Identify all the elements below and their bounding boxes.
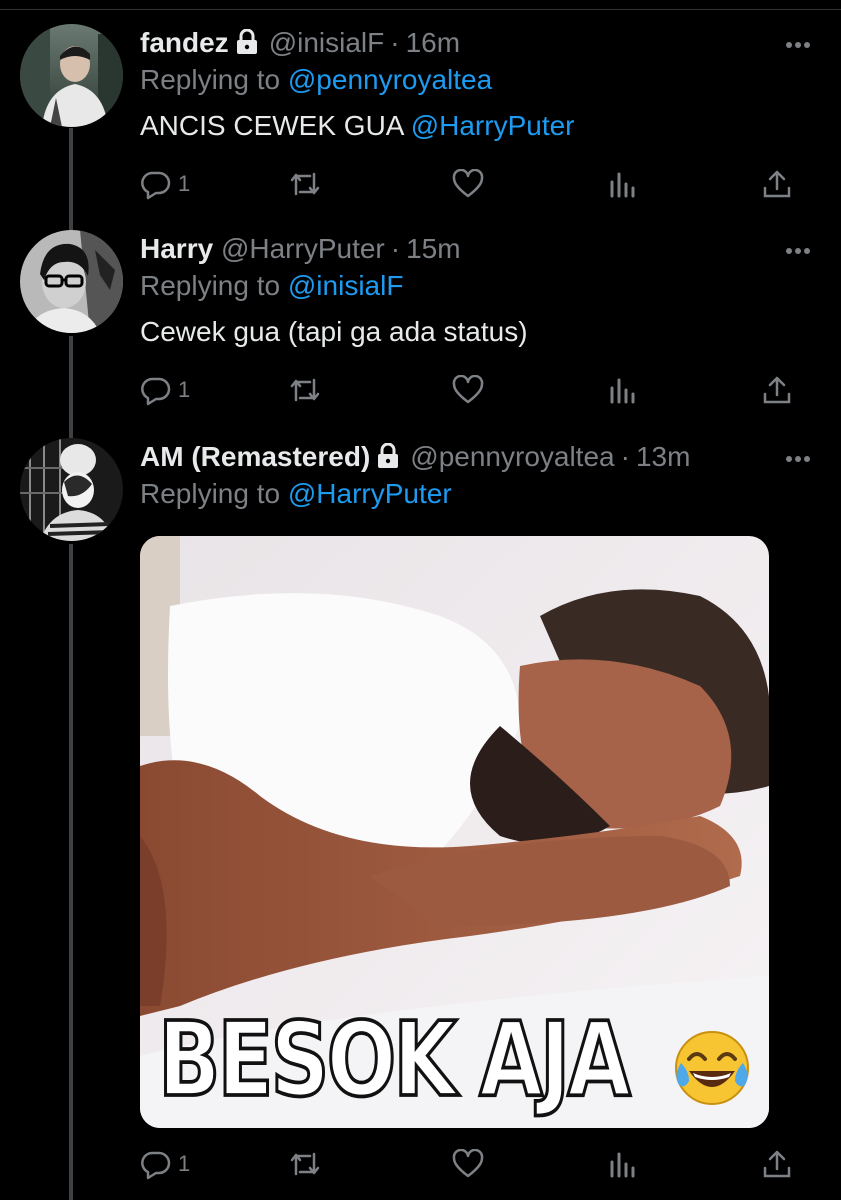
lock-icon <box>235 27 259 65</box>
like-button[interactable] <box>452 1146 484 1182</box>
replying-prefix: Replying to <box>140 64 281 95</box>
reply-icon <box>140 1148 172 1180</box>
analytics-icon <box>608 1150 636 1178</box>
analytics-button[interactable] <box>608 372 636 408</box>
retweet-icon <box>288 374 322 406</box>
action-bar: 1 <box>140 166 800 206</box>
reply-count: 1 <box>178 171 191 196</box>
tweet-header: AM (Remastered) @pennyroyaltea · 13m <box>140 438 690 476</box>
like-icon <box>452 169 484 199</box>
tweet-text: Cewek gua (tapi ga ada status) <box>140 314 528 350</box>
reply-count: 1 <box>178 1151 191 1176</box>
tweet-text-body: ANCIS CEWEK GUA <box>140 110 403 141</box>
display-name[interactable]: AM (Remastered) <box>140 441 370 472</box>
replying-mention[interactable]: @pennyroyaltea <box>288 64 492 95</box>
action-bar: 1 <box>140 372 800 412</box>
tweet-am-remastered[interactable]: AM (Remastered) @pennyroyaltea · 13m Replyi… <box>0 438 841 1200</box>
retweet-icon <box>288 168 322 200</box>
retweet-button[interactable] <box>288 372 322 408</box>
handle[interactable]: @pennyroyaltea <box>410 441 614 472</box>
separator-dot: · <box>390 233 401 264</box>
reply-icon <box>140 168 172 200</box>
analytics-icon <box>608 376 636 404</box>
replying-mention[interactable]: @inisialF <box>288 270 404 301</box>
more-icon[interactable] <box>785 242 811 260</box>
reply-count: 1 <box>178 377 191 402</box>
replying-to: Replying to @pennyroyaltea <box>140 62 492 98</box>
replying-prefix: Replying to <box>140 478 281 509</box>
share-button[interactable] <box>762 166 792 202</box>
top-divider <box>0 9 841 10</box>
analytics-icon <box>608 170 636 198</box>
display-name[interactable]: fandez <box>140 27 229 58</box>
retweet-icon <box>288 1148 322 1180</box>
tweet-fandez[interactable]: fandez @inisialF · 16m Replying to @pennyro… <box>0 24 841 214</box>
tweet-media-image[interactable]: BESOK AJA <box>140 536 769 1128</box>
avatar[interactable] <box>20 438 123 541</box>
like-button[interactable] <box>452 166 484 202</box>
face-with-tears-of-joy-icon <box>671 1027 753 1114</box>
more-icon[interactable] <box>785 450 811 468</box>
display-name[interactable]: Harry <box>140 233 213 264</box>
tweet-harry[interactable]: Harry @HarryPuter · 15m Replying to @inisi… <box>0 230 841 420</box>
tweet-text-body: Cewek gua (tapi ga ada status) <box>140 316 528 347</box>
like-icon <box>452 375 484 405</box>
avatar[interactable] <box>20 24 123 127</box>
share-icon <box>762 374 792 406</box>
replying-mention[interactable]: @HarryPuter <box>288 478 452 509</box>
timestamp[interactable]: 16m <box>406 27 460 58</box>
text-mention[interactable]: @HarryPuter <box>411 110 575 141</box>
share-icon <box>762 1148 792 1180</box>
tweet-header: fandez @inisialF · 16m <box>140 24 460 62</box>
replying-to: Replying to @inisialF <box>140 268 403 304</box>
tweet-text: ANCIS CEWEK GUA @HarryPuter <box>140 108 575 144</box>
share-button[interactable] <box>762 1146 792 1182</box>
share-button[interactable] <box>762 372 792 408</box>
like-icon <box>452 1149 484 1179</box>
timestamp[interactable]: 13m <box>636 441 690 472</box>
reply-button[interactable]: 1 <box>140 1146 190 1182</box>
analytics-button[interactable] <box>608 1146 636 1182</box>
more-icon[interactable] <box>785 36 811 54</box>
retweet-button[interactable] <box>288 1146 322 1182</box>
like-button[interactable] <box>452 372 484 408</box>
replying-to: Replying to @HarryPuter <box>140 476 452 512</box>
retweet-button[interactable] <box>288 166 322 202</box>
lock-icon <box>376 441 400 479</box>
separator-dot: · <box>620 441 630 472</box>
analytics-button[interactable] <box>608 166 636 202</box>
separator-dot: · <box>390 27 400 58</box>
action-bar: 1 <box>140 1146 800 1186</box>
replying-prefix: Replying to <box>140 270 281 301</box>
timestamp[interactable]: 15m <box>406 233 460 264</box>
handle[interactable]: @inisialF <box>269 27 385 58</box>
reply-button[interactable]: 1 <box>140 372 190 408</box>
avatar[interactable] <box>20 230 123 333</box>
reply-icon <box>140 374 172 406</box>
handle[interactable]: @HarryPuter <box>221 233 385 264</box>
tweet-header: Harry @HarryPuter · 15m <box>140 230 461 268</box>
share-icon <box>762 168 792 200</box>
reply-button[interactable]: 1 <box>140 166 190 202</box>
